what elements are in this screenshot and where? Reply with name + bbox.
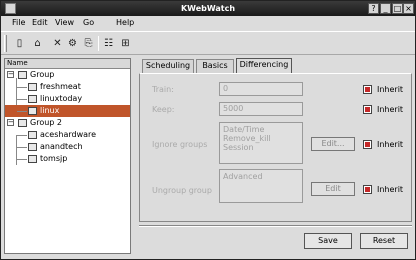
menu-bar: File Edit View Go Help (1, 16, 415, 30)
window-title: KWebWatch (180, 4, 236, 13)
list-item[interactable]: Remove_kill (223, 134, 299, 143)
list-item[interactable]: Date/Time (223, 125, 299, 134)
ungroup-group-label: Ungroup group (152, 186, 212, 195)
ungroup-group-edit-button[interactable]: Edit (311, 182, 355, 196)
ungroup-group-inherit-checkbox[interactable] (363, 185, 372, 194)
list-view-icon[interactable]: ☷ (101, 36, 116, 51)
differencing-page: Train: 0 Inherit Keep: 5000 Inherit Igno… (139, 73, 412, 222)
keep-inherit-label: Inherit (377, 105, 404, 114)
ignore-groups-edit-button[interactable]: Edit... (311, 137, 355, 151)
tree-column-header[interactable]: Name (5, 59, 130, 69)
maximize-icon[interactable]: □ (392, 3, 403, 14)
panel-splitter[interactable] (133, 58, 136, 254)
page-icon (28, 107, 37, 115)
ignore-groups-list[interactable]: Date/Time Remove_kill Session (219, 122, 303, 164)
page-icon (28, 143, 37, 151)
ungroup-group-inherit-label: Inherit (377, 185, 404, 194)
ungroup-group-list[interactable]: Advanced (219, 169, 303, 203)
minimize-icon[interactable]: _ (380, 3, 391, 14)
page-icon (28, 95, 37, 103)
open-icon[interactable]: ⌂ (30, 36, 45, 51)
title-bar: KWebWatch ? _ □ × (1, 1, 415, 16)
detail-view-icon[interactable]: ⊞ (118, 36, 133, 51)
keep-label: Keep: (152, 105, 175, 114)
menu-go[interactable]: Go (83, 17, 94, 29)
list-item[interactable]: Advanced (223, 172, 299, 181)
keep-field[interactable]: 5000 (219, 102, 303, 116)
page-icon (28, 83, 37, 91)
train-inherit-checkbox[interactable] (363, 85, 372, 94)
toolbar: ▯ ⌂ ✕ ⚙ ⎘ ☷ ⊞ (1, 31, 415, 55)
tree-item[interactable]: tomsjp (5, 153, 130, 165)
settings-icon[interactable]: ⚙ (65, 36, 80, 51)
copy-icon[interactable]: ⎘ (81, 36, 96, 51)
delete-icon[interactable]: ✕ (50, 36, 65, 51)
folder-icon (18, 119, 27, 127)
tree-item[interactable]: linuxtoday (5, 93, 130, 105)
site-tree-panel: Name − Group freshmeat linuxtoday linux … (4, 58, 131, 254)
tree-item[interactable]: aceshardware (5, 129, 130, 141)
tab-differencing[interactable]: Differencing (236, 58, 292, 74)
help-icon[interactable]: ? (368, 3, 379, 14)
train-label: Train: (152, 85, 174, 94)
page-icon (28, 155, 37, 163)
keep-inherit-checkbox[interactable] (363, 105, 372, 114)
collapse-icon[interactable]: − (7, 119, 14, 126)
reset-button[interactable]: Reset (360, 233, 408, 249)
menu-edit[interactable]: Edit (32, 17, 48, 29)
tree-item[interactable]: anandtech (5, 141, 130, 153)
tree-group[interactable]: − Group (5, 69, 130, 81)
tab-scheduling[interactable]: Scheduling (142, 59, 194, 73)
tree-group[interactable]: − Group 2 (5, 117, 130, 129)
tab-basics[interactable]: Basics (196, 59, 234, 73)
list-item[interactable]: Session (223, 143, 299, 152)
button-separator (139, 225, 412, 227)
tree-item-selected[interactable]: linux (5, 105, 130, 117)
menu-file[interactable]: File (12, 17, 25, 29)
train-inherit-label: Inherit (377, 85, 404, 94)
close-icon[interactable]: × (403, 3, 414, 14)
main-window: KWebWatch ? _ □ × File Edit View Go Help… (0, 0, 416, 260)
menu-help[interactable]: Help (116, 17, 134, 29)
train-field[interactable]: 0 (219, 82, 303, 96)
ignore-groups-label: Ignore groups (152, 140, 208, 149)
toolbar-separator (98, 36, 99, 51)
ignore-groups-inherit-label: Inherit (377, 140, 404, 149)
page-icon (28, 131, 37, 139)
folder-icon (18, 71, 27, 79)
tree-item[interactable]: freshmeat (5, 81, 130, 93)
new-icon[interactable]: ▯ (12, 36, 27, 51)
collapse-icon[interactable]: − (7, 71, 14, 78)
ignore-groups-inherit-checkbox[interactable] (363, 140, 372, 149)
save-button[interactable]: Save (304, 233, 352, 249)
menu-view[interactable]: View (55, 17, 74, 29)
toolbar-grip[interactable] (4, 35, 7, 52)
